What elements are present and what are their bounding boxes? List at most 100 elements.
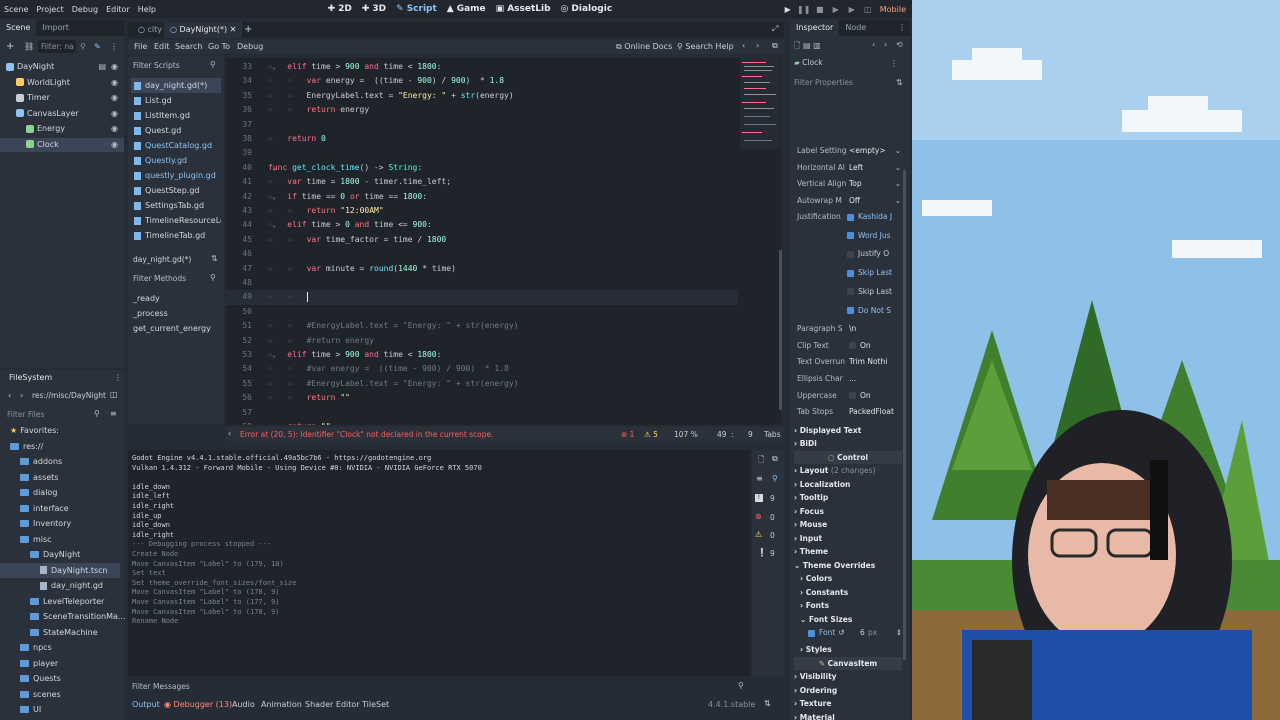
add-node-icon[interactable]: +: [6, 41, 14, 52]
inspector-property[interactable]: Vertical Align Top ⌄: [797, 177, 901, 191]
filesystem-item[interactable]: LevelTeleporter: [0, 594, 120, 609]
script-list-item[interactable]: List.gd: [131, 93, 221, 108]
scene-tree-node[interactable]: Energy ◉: [0, 122, 124, 136]
code-scrollbar[interactable]: [779, 250, 782, 410]
code-line[interactable]: 50: [226, 305, 738, 319]
code-line[interactable]: 48: [226, 276, 738, 290]
code-line[interactable]: 51 » » #EnergyLabel.text = "Energy: " + s…: [226, 319, 738, 333]
sort-icon[interactable]: ≡: [110, 409, 117, 418]
code-line[interactable]: 42 » if time == 0 or time == 1800: ⌄: [226, 190, 738, 204]
menu-project[interactable]: Project: [32, 5, 67, 14]
checkbox[interactable]: [847, 250, 854, 258]
split-view-icon[interactable]: ◫: [110, 390, 118, 399]
spinner-icon[interactable]: ⇕: [896, 626, 902, 640]
filesystem-item[interactable]: UI: [0, 702, 120, 717]
filesystem-item[interactable]: assets: [0, 470, 120, 485]
inspector-section[interactable]: ⌄ Theme Overrides: [794, 559, 902, 572]
minimap[interactable]: [740, 58, 780, 150]
distraction-free-icon[interactable]: ⤢: [772, 24, 778, 34]
justification-flag[interactable]: Skip Last: [847, 266, 901, 280]
more-icon[interactable]: ⋮: [898, 23, 906, 32]
error-message[interactable]: Error at (20, 5): Identifier "Clock" not…: [240, 430, 494, 439]
scene-tree-node[interactable]: Timer ◉: [0, 91, 124, 105]
inspector-property[interactable]: Clip Text On: [797, 339, 901, 353]
tab-audio[interactable]: Audio: [232, 700, 255, 709]
script-list-item[interactable]: QuestStep.gd: [131, 183, 221, 198]
search-icon[interactable]: ⚲: [772, 474, 778, 483]
menu-editor[interactable]: Editor: [102, 5, 134, 14]
code-line[interactable]: 33 » elif time > 900 and time < 1800: ⌄: [226, 60, 738, 74]
inspector-section[interactable]: › Displayed Text: [794, 424, 902, 437]
checkbox[interactable]: [847, 307, 854, 314]
code-line[interactable]: 49 » »: [226, 290, 738, 305]
filter-methods-input[interactable]: Filter Methods: [133, 274, 186, 283]
filesystem-item[interactable]: DayNight.tscn: [0, 562, 120, 578]
history-back-icon[interactable]: ‹: [872, 40, 875, 49]
tab-debugger[interactable]: ◉ Debugger (13): [164, 700, 232, 709]
float-window-icon[interactable]: ⧉: [772, 41, 778, 51]
back-icon[interactable]: ‹: [8, 391, 11, 400]
script-list-item[interactable]: SettingsTab.gd: [131, 198, 221, 213]
justification-flag[interactable]: Do Not S: [847, 304, 901, 318]
filesystem-item[interactable]: npcs: [0, 640, 120, 655]
tab-import[interactable]: Import: [36, 20, 75, 36]
filesystem-item[interactable]: interface: [0, 501, 120, 516]
close-icon[interactable]: ✕: [230, 25, 237, 34]
justification-flag[interactable]: Kashida J: [847, 210, 901, 224]
code-line[interactable]: 41 » var time = 1800 - timer.time_left;: [226, 175, 738, 189]
property-value[interactable]: Off: [849, 196, 860, 205]
renderer-select[interactable]: Mobile: [880, 5, 906, 14]
next-script-icon[interactable]: ›: [756, 41, 759, 50]
script-list-item[interactable]: day_night.gd(*): [131, 78, 221, 93]
script-list-item[interactable]: ListItem.gd: [131, 108, 221, 123]
checkbox[interactable]: [847, 288, 854, 296]
workspace-2d-button[interactable]: ✚ 2D: [328, 4, 352, 14]
tab-daynight[interactable]: ○ DayNight(*) ✕: [164, 22, 243, 38]
code-editor[interactable]: 33» elif time > 900 and time < 1800: ⌄ 34»…: [226, 58, 781, 425]
play-custom-icon[interactable]: ▶: [844, 5, 860, 14]
more-icon[interactable]: ⋮: [114, 373, 122, 382]
warning-count[interactable]: ⚠ 5: [644, 430, 658, 439]
inspected-object[interactable]: ▰ Clock: [794, 58, 898, 70]
inspector-section[interactable]: › Layout (2 changes): [794, 464, 902, 477]
menu-help[interactable]: Help: [134, 5, 160, 14]
scene-tree-node[interactable]: CanvasLayer ◉: [0, 107, 124, 121]
inspector-section[interactable]: › Theme: [794, 545, 902, 558]
clear-icon[interactable]: 🗋: [758, 454, 764, 468]
code-line[interactable]: 52 » » #return energy: [226, 334, 738, 348]
workspace-assetlib-button[interactable]: ▣ AssetLib: [496, 4, 551, 14]
inspector-section[interactable]: › Localization: [794, 478, 902, 491]
property-value[interactable]: <empty>: [849, 146, 886, 155]
toggle-search-icon[interactable]: ≡: [756, 474, 763, 483]
fold-arrow-icon[interactable]: ⌄: [272, 218, 276, 232]
inspector-section[interactable]: › Constants: [800, 586, 908, 599]
scene-tree-node[interactable]: WorldLight ◉: [0, 76, 124, 90]
warning-filter-icon[interactable]: ⚠: [755, 530, 762, 539]
visibility-icon[interactable]: ◉: [111, 91, 118, 105]
method-item[interactable]: get_current_energy: [133, 324, 211, 333]
code-line[interactable]: 38 » return 0: [226, 132, 738, 146]
code-line[interactable]: 44 » elif time > 0 and time <= 900: ⌄: [226, 218, 738, 232]
filesystem-path[interactable]: res://misc/DayNight: [32, 391, 106, 400]
property-options-icon[interactable]: ⇅: [896, 78, 903, 87]
inspector-section[interactable]: › BiDi: [794, 437, 902, 450]
inspector-section[interactable]: › Fonts: [800, 599, 908, 612]
more-icon[interactable]: ⋮: [110, 42, 118, 51]
code-line[interactable]: 45 » » var time_factor = time / 1800: [226, 233, 738, 247]
tab-inspector[interactable]: Inspector: [790, 20, 840, 36]
history-forward-icon[interactable]: ›: [884, 40, 887, 49]
prev-script-icon[interactable]: ‹: [742, 41, 745, 50]
script-menu-goto[interactable]: Go To: [208, 42, 230, 51]
inspector-scrollbar[interactable]: [903, 170, 906, 660]
script-list-item[interactable]: TimelineResourceLo...: [131, 213, 221, 228]
visibility-icon[interactable]: ◉: [111, 138, 118, 152]
tab-shader-editor[interactable]: Shader Editor: [305, 700, 360, 709]
filesystem-item[interactable]: player: [0, 656, 120, 671]
editor-filter-icon[interactable]: ❕: [757, 548, 767, 557]
inspector-section[interactable]: › Styles: [800, 643, 908, 656]
open-icon[interactable]: ▤: [803, 41, 813, 50]
message-filter-icon[interactable]: !: [755, 494, 763, 502]
add-tab-icon[interactable]: +: [244, 24, 252, 35]
property-value[interactable]: On: [860, 341, 871, 350]
stop-icon[interactable]: ■: [812, 5, 828, 14]
